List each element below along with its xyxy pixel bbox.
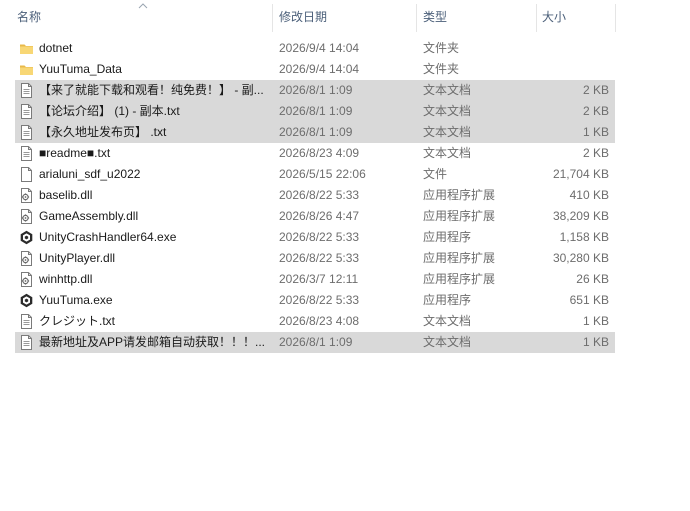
file-modified-date: 2026/8/22 5:33: [279, 188, 360, 202]
file-row[interactable]: winhttp.dll 2026/3/7 12:11 应用程序扩展 26 KB: [15, 269, 615, 290]
file-type: 应用程序: [423, 230, 472, 244]
file-name: baselib.dll: [39, 188, 93, 202]
file-type: 文本文档: [423, 335, 472, 349]
file-name: 【来了就能下载和观看！纯免费！】 - 副...: [39, 83, 264, 97]
text-file-icon: [19, 104, 34, 119]
file-name: YuuTuma_Data: [39, 62, 122, 76]
file-modified-date: 2026/8/22 5:33: [279, 293, 360, 307]
file-list: dotnet 2026/9/4 14:04 文件夹 YuuTuma_Data 2026/…: [15, 38, 615, 353]
dll-icon: [19, 272, 34, 287]
file-size: 1 KB: [582, 335, 609, 349]
file-type: 文本文档: [423, 83, 472, 97]
file-type: 应用程序扩展: [423, 209, 496, 223]
file-type: 应用程序扩展: [423, 188, 496, 202]
file-name: arialuni_sdf_u2022: [39, 167, 141, 181]
file-modified-date: 2026/8/23 4:09: [279, 146, 360, 160]
column-divider[interactable]: [272, 4, 273, 32]
file-name: YuuTuma.exe: [39, 293, 113, 307]
file-size: 30,280 KB: [552, 251, 609, 265]
file-row[interactable]: UnityCrashHandler64.exe 2026/8/22 5:33 应用程…: [15, 227, 615, 248]
file-icon: [19, 167, 34, 182]
file-row-selected[interactable]: 【来了就能下载和观看！纯免费！】 - 副... 2026/8/1 1:09 文本文档…: [15, 80, 615, 101]
file-modified-date: 2026/3/7 12:11: [279, 272, 359, 286]
file-type: 文本文档: [423, 146, 472, 160]
file-row[interactable]: baselib.dll 2026/8/22 5:33 应用程序扩展 410 KB: [15, 185, 615, 206]
file-type: 应用程序扩展: [423, 251, 496, 265]
file-size: 1 KB: [582, 125, 609, 139]
file-row[interactable]: YuuTuma.exe 2026/8/22 5:33 应用程序 651 KB: [15, 290, 615, 311]
file-size: 410 KB: [569, 188, 609, 202]
file-size: 2 KB: [582, 83, 609, 97]
file-modified-date: 2026/8/26 4:47: [279, 209, 360, 223]
column-divider[interactable]: [416, 4, 417, 32]
file-modified-date: 2026/5/15 22:06: [279, 167, 366, 181]
file-row[interactable]: arialuni_sdf_u2022 2026/5/15 22:06 文件 21,70…: [15, 164, 615, 185]
file-row-selected[interactable]: 最新地址及APP请发邮箱自动获取！！！... 2026/8/1 1:09 文本文档 1…: [15, 332, 615, 353]
file-size: 38,209 KB: [552, 209, 609, 223]
file-size: 21,704 KB: [552, 167, 609, 181]
dll-icon: [19, 188, 34, 203]
column-header-name[interactable]: 名称: [17, 0, 272, 35]
file-modified-date: 2026/8/1 1:09: [279, 125, 353, 139]
file-name: ■readme■.txt: [39, 146, 111, 160]
column-header-type[interactable]: 类型: [423, 0, 535, 35]
file-modified-date: 2026/8/1 1:09: [279, 83, 353, 97]
unity-exe-icon: [19, 230, 34, 245]
file-name: dotnet: [39, 41, 73, 55]
file-modified-date: 2026/8/23 4:08: [279, 314, 360, 328]
text-file-icon: [19, 314, 34, 329]
dll-icon: [19, 209, 34, 224]
file-size: 1,158 KB: [559, 230, 609, 244]
text-file-icon: [19, 335, 34, 350]
column-divider[interactable]: [615, 4, 616, 32]
file-row[interactable]: GameAssembly.dll 2026/8/26 4:47 应用程序扩展 38,2…: [15, 206, 615, 227]
file-type: 文本文档: [423, 125, 472, 139]
file-name: winhttp.dll: [39, 272, 93, 286]
column-header: 名称 修改日期 类型 大小: [0, 0, 690, 35]
file-type: 文本文档: [423, 104, 472, 118]
file-row[interactable]: dotnet 2026/9/4 14:04 文件夹: [15, 38, 615, 59]
folder-icon: [19, 41, 34, 56]
text-file-icon: [19, 83, 34, 98]
text-file-icon: [19, 146, 34, 161]
file-type: 应用程序: [423, 293, 472, 307]
file-size: 2 KB: [582, 146, 609, 160]
file-size: 1 KB: [582, 314, 609, 328]
dll-icon: [19, 251, 34, 266]
column-header-date[interactable]: 修改日期: [279, 0, 415, 35]
file-modified-date: 2026/8/22 5:33: [279, 230, 360, 244]
file-size: 651 KB: [569, 293, 609, 307]
file-row[interactable]: UnityPlayer.dll 2026/8/22 5:33 应用程序扩展 30,28…: [15, 248, 615, 269]
file-size: 26 KB: [576, 272, 609, 286]
file-type: 文本文档: [423, 314, 472, 328]
file-type: 文件夹: [423, 41, 460, 55]
file-name: UnityCrashHandler64.exe: [39, 230, 177, 244]
file-modified-date: 2026/9/4 14:04: [279, 41, 360, 55]
file-name: 【论坛介绍】 (1) - 副本.txt: [39, 104, 180, 118]
file-modified-date: 2026/8/22 5:33: [279, 251, 360, 265]
file-type: 文件: [423, 167, 448, 181]
file-modified-date: 2026/8/1 1:09: [279, 104, 353, 118]
folder-icon: [19, 62, 34, 77]
file-name: GameAssembly.dll: [39, 209, 139, 223]
file-row-selected[interactable]: 【论坛介绍】 (1) - 副本.txt 2026/8/1 1:09 文本文档 2 KB: [15, 101, 615, 122]
file-row[interactable]: YuuTuma_Data 2026/9/4 14:04 文件夹: [15, 59, 615, 80]
file-row[interactable]: クレジット.txt 2026/8/23 4:08 文本文档 1 KB: [15, 311, 615, 332]
file-name: 【永久地址发布页】 .txt: [39, 125, 167, 139]
file-row-selected[interactable]: 【永久地址发布页】 .txt 2026/8/1 1:09 文本文档 1 KB: [15, 122, 615, 143]
file-type: 应用程序扩展: [423, 272, 496, 286]
file-row[interactable]: ■readme■.txt 2026/8/23 4:09 文本文档 2 KB: [15, 143, 615, 164]
file-size: 2 KB: [582, 104, 609, 118]
file-modified-date: 2026/9/4 14:04: [279, 62, 360, 76]
file-modified-date: 2026/8/1 1:09: [279, 335, 353, 349]
file-name: クレジット.txt: [39, 314, 116, 328]
column-header-size[interactable]: 大小: [542, 0, 615, 35]
unity-exe-icon: [19, 293, 34, 308]
column-divider[interactable]: [536, 4, 537, 32]
text-file-icon: [19, 125, 34, 140]
file-name: UnityPlayer.dll: [39, 251, 116, 265]
file-type: 文件夹: [423, 62, 460, 76]
file-name: 最新地址及APP请发邮箱自动获取！！！...: [39, 335, 266, 349]
